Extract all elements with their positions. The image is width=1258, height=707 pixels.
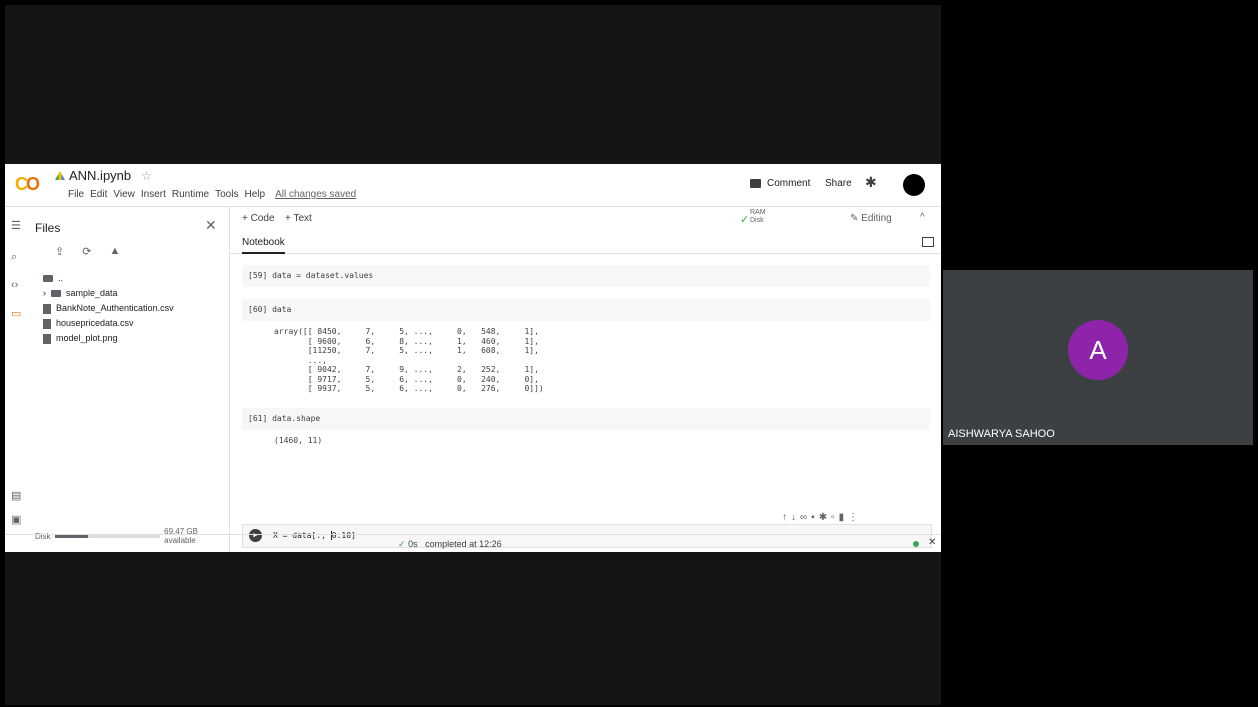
add-code-button[interactable]: + Code — [242, 213, 275, 224]
tab-notebook[interactable]: Notebook — [242, 237, 285, 254]
add-text-button[interactable]: + Text — [285, 213, 312, 224]
tree-item-banknote[interactable]: BankNote_Authentication.csv — [43, 301, 174, 316]
menu-file[interactable]: File — [68, 189, 84, 200]
refresh-icon[interactable]: ⟳ — [82, 245, 91, 258]
files-toolbar: ⇪ ⟳ ▲ — [55, 245, 120, 258]
chevron-right-icon[interactable]: › — [43, 286, 46, 301]
menu-view[interactable]: View — [113, 189, 135, 200]
menu-insert[interactable]: Insert — [141, 189, 166, 200]
close-icon[interactable]: ✕ — [928, 537, 936, 548]
code-snippets-icon[interactable]: ‹› — [11, 279, 18, 291]
tree-item-label: sample_data — [66, 288, 118, 298]
move-down-icon[interactable]: ↓ — [791, 512, 800, 523]
editing-label: Editing — [861, 213, 892, 224]
move-up-icon[interactable]: ↑ — [782, 512, 791, 523]
tree-item-sample-data[interactable]: › sample_data — [43, 286, 174, 301]
participant-avatar: A — [1068, 320, 1128, 380]
tree-item-label: .. — [58, 273, 64, 283]
cell-list: [59] data = dataset.values [60] data arr… — [242, 265, 930, 445]
file-icon — [43, 333, 51, 344]
folder-icon[interactable]: ▭ — [11, 307, 21, 320]
status-bar: ✓ 0s completed at 12:26 ✕ — [5, 534, 941, 553]
participant-tile[interactable]: A AISHWARYA SAHOO — [943, 270, 1253, 445]
menu-edit[interactable]: Edit — [90, 189, 107, 200]
notebook-toolbar: + Code + Text ✓ RAM Disk ✎ Editing ^ — [230, 207, 941, 229]
completed-text: completed at 12:26 — [425, 539, 502, 549]
files-title: Files — [35, 221, 61, 235]
menu-tools[interactable]: Tools — [215, 189, 238, 200]
panel-toggle-icon[interactable] — [922, 237, 934, 247]
folder-icon — [51, 290, 61, 297]
menu-runtime[interactable]: Runtime — [172, 189, 209, 200]
account-avatar[interactable] — [903, 174, 925, 196]
ram-label: RAM — [750, 209, 766, 216]
tree-item-label: BankNote_Authentication.csv — [56, 303, 174, 313]
cell-output: (1460, 11) — [274, 435, 323, 445]
more-icon[interactable]: ⋮ — [848, 512, 862, 523]
save-status-link[interactable]: All changes saved — [275, 189, 356, 200]
connection-status-dot — [913, 541, 919, 547]
participant-name: AISHWARYA SAHOO — [948, 428, 1055, 440]
colab-window: CO ANN.ipynb ☆ File Edit View Insert Run… — [5, 164, 941, 552]
disk-label: Disk — [750, 217, 764, 224]
comment-icon — [750, 179, 761, 188]
command-palette-icon[interactable]: ▤ — [11, 489, 21, 502]
tree-item-housepricedata[interactable]: housepricedata.csv — [43, 316, 174, 331]
execution-time: 0s — [408, 539, 418, 549]
files-sidebar: ☰ ⌕ ‹› ▭ ▤ ▣ Files ✕ ⇪ ⟳ ▲ .. › sample_d… — [5, 207, 230, 552]
chevron-up-icon[interactable]: ^ — [920, 212, 925, 223]
mount-drive-icon[interactable]: ▲ — [109, 245, 120, 258]
search-icon[interactable]: ⌕ — [11, 251, 17, 264]
cell-output: array([[ 8450, 7, 5, ..., 0, 548, 1], [ … — [274, 327, 544, 393]
delete-icon[interactable]: ▮ — [839, 512, 849, 523]
notebook-area: + Code + Text ✓ RAM Disk ✎ Editing ^ Not… — [230, 207, 941, 552]
editing-mode-button[interactable]: ✎ Editing — [850, 213, 892, 224]
notebook-name[interactable]: ANN.ipynb — [69, 168, 131, 183]
tab-bar: Notebook — [230, 231, 941, 254]
colab-logo[interactable]: CO — [15, 174, 40, 195]
colab-topbar: CO ANN.ipynb ☆ File Edit View Insert Run… — [5, 164, 941, 207]
file-tree: .. › sample_data BankNote_Authentication… — [43, 271, 174, 346]
file-icon — [43, 318, 51, 329]
code-cell[interactable]: [59] data = dataset.values — [242, 265, 930, 287]
tree-item-model-plot[interactable]: model_plot.png — [43, 331, 174, 346]
table-of-contents-icon[interactable]: ☰ — [11, 219, 21, 232]
tree-item-label: model_plot.png — [56, 333, 118, 343]
comment-icon[interactable]: ▪ — [811, 512, 819, 523]
checkmark-icon: ✓ — [740, 214, 750, 226]
folder-icon — [43, 275, 53, 282]
file-icon — [43, 303, 51, 314]
status-text: ✓ 0s completed at 12:26 — [398, 539, 502, 550]
sidebar-rail: ☰ ⌕ ‹› ▭ ▤ ▣ — [5, 207, 29, 552]
drive-icon — [55, 171, 65, 180]
tree-item-label: housepricedata.csv — [56, 318, 134, 328]
link-icon[interactable]: ∞ — [800, 512, 811, 523]
upload-icon[interactable]: ⇪ — [55, 245, 64, 258]
resource-indicator[interactable]: RAM Disk — [750, 209, 766, 225]
comment-label: Comment — [767, 178, 811, 189]
notebook-title[interactable]: ANN.ipynb ☆ — [55, 168, 152, 183]
mirror-icon[interactable]: ▫ — [831, 512, 839, 523]
tree-item-parent[interactable]: .. — [43, 271, 174, 286]
cell-toolbar: ↑↓∞▪✱▫▮⋮ — [782, 512, 862, 523]
gear-icon[interactable]: ✱ — [865, 174, 877, 191]
terminal-icon[interactable]: ▣ — [11, 513, 21, 526]
star-icon[interactable]: ☆ — [141, 169, 152, 183]
code-cell[interactable]: [61] data.shape — [242, 407, 930, 430]
checkmark-icon: ✓ — [398, 539, 406, 549]
share-button[interactable]: Share — [825, 178, 852, 189]
menu-bar: File Edit View Insert Runtime Tools Help… — [68, 189, 356, 200]
menu-help[interactable]: Help — [244, 189, 265, 200]
code-cell[interactable]: [60] data — [242, 299, 930, 321]
comment-button[interactable]: Comment — [750, 178, 810, 189]
gear-icon[interactable]: ✱ — [819, 512, 831, 523]
close-icon[interactable]: ✕ — [205, 217, 217, 234]
